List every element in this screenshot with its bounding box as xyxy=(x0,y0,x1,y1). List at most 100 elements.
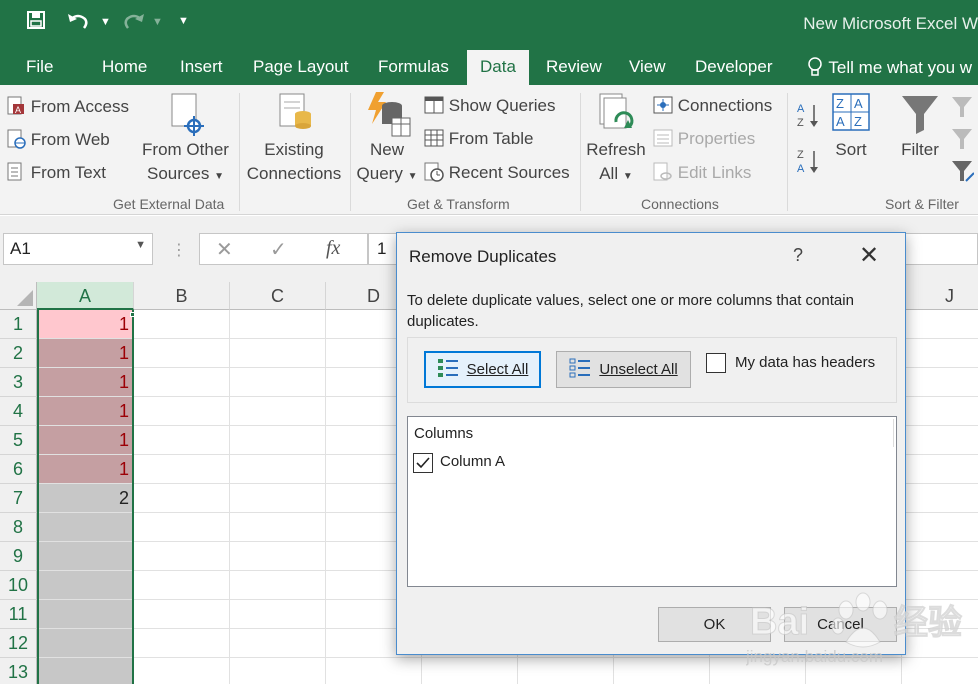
cell-a[interactable] xyxy=(37,600,134,629)
sort-button[interactable]: ZAAZ Sort xyxy=(826,92,876,162)
row-header[interactable]: 8 xyxy=(0,513,37,542)
from-access-button[interactable]: A From Access xyxy=(6,96,129,117)
cell[interactable] xyxy=(518,658,614,684)
row-header[interactable]: 3 xyxy=(0,368,37,397)
cell[interactable] xyxy=(902,310,978,339)
cell[interactable] xyxy=(134,629,230,658)
from-table-button[interactable]: From Table xyxy=(424,129,533,149)
cell-a[interactable] xyxy=(37,571,134,600)
cell[interactable] xyxy=(710,658,806,684)
select-all-corner[interactable] xyxy=(0,282,37,310)
close-icon[interactable]: ✕ xyxy=(859,241,879,270)
cell-a[interactable]: 1 xyxy=(37,455,134,484)
cell[interactable] xyxy=(902,600,978,629)
clear-filter-icon[interactable] xyxy=(950,95,974,124)
row-header[interactable]: 10 xyxy=(0,571,37,600)
cell[interactable] xyxy=(134,484,230,513)
cell[interactable] xyxy=(422,658,518,684)
cell[interactable] xyxy=(230,426,326,455)
tab-data[interactable]: Data xyxy=(467,50,529,85)
cell[interactable] xyxy=(230,513,326,542)
tab-file[interactable]: File xyxy=(26,57,53,77)
from-web-button[interactable]: From Web xyxy=(6,129,110,150)
cell[interactable] xyxy=(134,455,230,484)
show-queries-button[interactable]: Show Queries xyxy=(424,96,556,116)
column-header-b[interactable]: B xyxy=(134,282,230,310)
cell[interactable] xyxy=(806,658,902,684)
cancel-button[interactable]: Cancel xyxy=(784,607,897,642)
tab-page-layout[interactable]: Page Layout xyxy=(253,57,348,77)
row-header[interactable]: 11 xyxy=(0,600,37,629)
cell[interactable] xyxy=(902,542,978,571)
chevron-down-icon[interactable]: ▼ xyxy=(135,239,146,251)
filter-button[interactable]: Filter xyxy=(893,92,947,162)
cell[interactable] xyxy=(326,658,422,684)
row-header[interactable]: 12 xyxy=(0,629,37,658)
cell-a[interactable] xyxy=(37,629,134,658)
row-header[interactable]: 1 xyxy=(0,310,37,339)
column-header-a[interactable]: A xyxy=(37,282,134,310)
cell[interactable] xyxy=(230,658,326,684)
row-header[interactable]: 9 xyxy=(0,542,37,571)
cell[interactable] xyxy=(902,339,978,368)
tell-me-box[interactable]: Tell me what you w xyxy=(806,57,972,78)
from-other-sources-button[interactable]: From Other Sources ▼ xyxy=(133,92,238,189)
cell[interactable] xyxy=(902,397,978,426)
recent-sources-button[interactable]: Recent Sources xyxy=(424,162,570,183)
row-header[interactable]: 6 xyxy=(0,455,37,484)
cell-a[interactable] xyxy=(37,542,134,571)
cell[interactable] xyxy=(902,513,978,542)
cell-a[interactable]: 1 xyxy=(37,368,134,397)
cell[interactable] xyxy=(230,339,326,368)
save-icon[interactable] xyxy=(26,10,46,35)
row-header[interactable]: 4 xyxy=(0,397,37,426)
sort-az-icon[interactable]: AZ xyxy=(797,101,819,134)
cell[interactable] xyxy=(230,397,326,426)
cell-a[interactable] xyxy=(37,658,134,684)
tab-review[interactable]: Review xyxy=(546,57,602,77)
undo-dropdown-icon[interactable]: ▼ xyxy=(100,16,111,28)
cell[interactable] xyxy=(134,600,230,629)
customize-icon[interactable]: ▼ xyxy=(178,15,189,27)
column-header-c[interactable]: C xyxy=(230,282,326,310)
cell-a[interactable]: 1 xyxy=(37,426,134,455)
fill-handle[interactable] xyxy=(130,312,135,317)
help-button[interactable]: ? xyxy=(793,245,803,266)
cell[interactable] xyxy=(614,658,710,684)
properties-button[interactable]: Properties xyxy=(653,129,755,149)
cell[interactable] xyxy=(902,658,978,684)
cell[interactable] xyxy=(902,484,978,513)
cell[interactable] xyxy=(134,542,230,571)
ok-button[interactable]: OK xyxy=(658,607,771,642)
connections-button[interactable]: Connections xyxy=(653,96,772,116)
cell[interactable] xyxy=(902,426,978,455)
row-header[interactable]: 5 xyxy=(0,426,37,455)
cell-a[interactable] xyxy=(37,513,134,542)
cancel-entry-icon[interactable]: ✕ xyxy=(216,237,233,262)
confirm-entry-icon[interactable]: ✓ xyxy=(270,237,287,262)
unselect-all-button[interactable]: Unselect All xyxy=(556,351,691,388)
cell-a[interactable]: 1 xyxy=(37,310,134,339)
cell[interactable] xyxy=(134,368,230,397)
cell[interactable] xyxy=(134,426,230,455)
cell[interactable] xyxy=(134,571,230,600)
tab-formulas[interactable]: Formulas xyxy=(378,57,449,77)
cell[interactable] xyxy=(134,310,230,339)
redo-icon[interactable] xyxy=(122,10,146,37)
cell[interactable] xyxy=(230,629,326,658)
tab-view[interactable]: View xyxy=(629,57,666,77)
redo-dropdown-icon[interactable]: ▼ xyxy=(152,16,163,28)
tab-developer[interactable]: Developer xyxy=(695,57,773,77)
cell[interactable] xyxy=(230,571,326,600)
undo-icon[interactable] xyxy=(66,10,90,37)
existing-connections-button[interactable]: Existing Connections xyxy=(243,92,345,186)
refresh-all-button[interactable]: Refresh All ▼ xyxy=(583,92,649,189)
cell[interactable] xyxy=(230,455,326,484)
row-header[interactable]: 13 xyxy=(0,658,37,684)
from-text-button[interactable]: From Text xyxy=(6,162,106,183)
name-box[interactable]: A1 ▼ xyxy=(3,233,153,265)
cell[interactable] xyxy=(134,658,230,684)
cell[interactable] xyxy=(230,542,326,571)
cell[interactable] xyxy=(230,484,326,513)
my-data-has-headers-checkbox[interactable] xyxy=(706,353,726,373)
